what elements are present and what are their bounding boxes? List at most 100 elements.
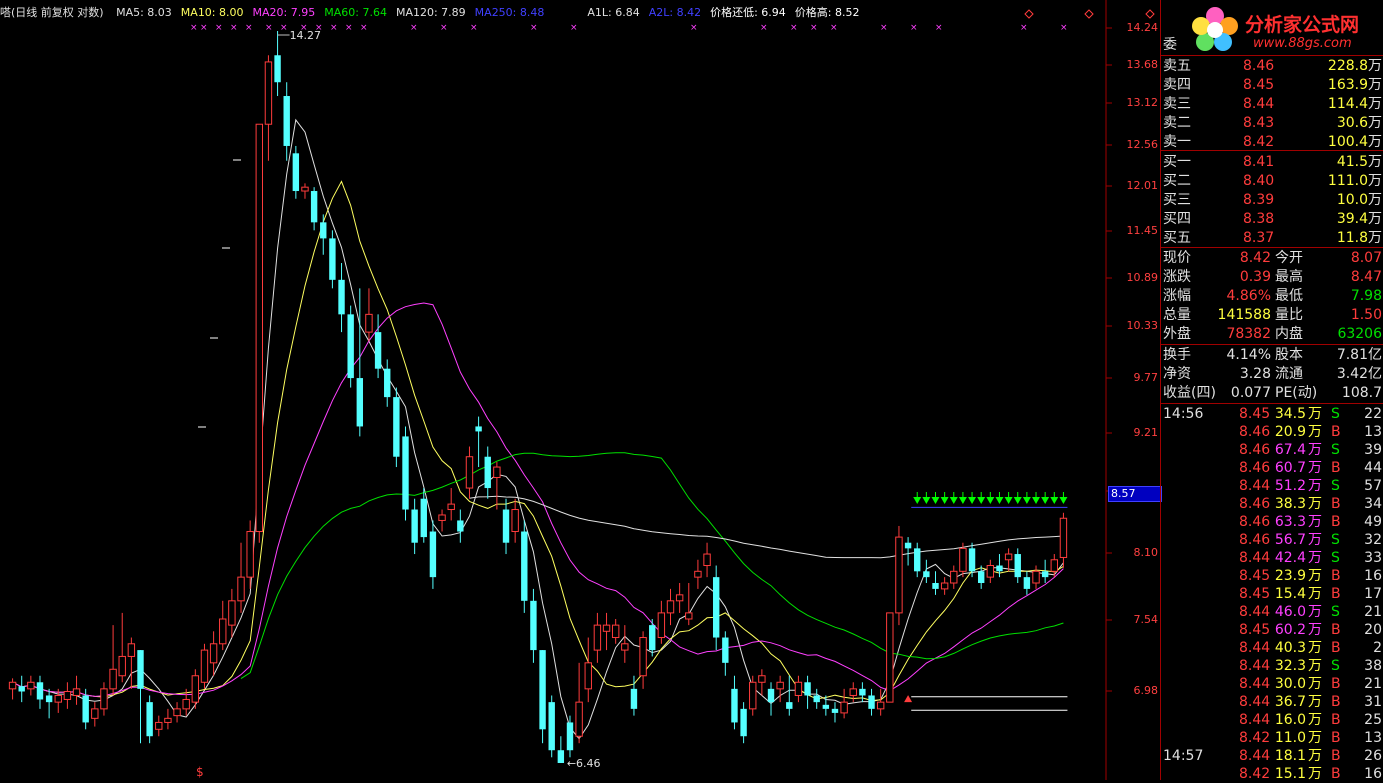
weibi-label: 委 (1163, 37, 1177, 53)
fundamental-value: 3.28 (1239, 366, 1271, 382)
axis-tick-label: 12.56 (1126, 138, 1159, 151)
signal-down-arrow-icon (958, 497, 967, 504)
tick-side: B (1331, 586, 1341, 602)
tick-count: 57 (1364, 478, 1382, 494)
candle-body (72, 688, 81, 696)
candle-body (191, 675, 200, 703)
bid-row: 买五 8.37 11.8 万 (1161, 229, 1383, 247)
tick-volume: 16.0 (1274, 712, 1306, 728)
tick-row: 8.45 34.5 万 S 22 (1161, 405, 1383, 423)
tick-side: B (1331, 568, 1341, 584)
candle-body (813, 695, 820, 703)
quote-value: 78382 (1226, 326, 1271, 342)
top-marker: × (330, 23, 338, 33)
tick-row: 8.44 16.0 万 B 25 (1161, 711, 1383, 729)
candle-body (895, 536, 903, 614)
tick-side: B (1331, 766, 1341, 782)
signal-down-arrow-icon (931, 497, 940, 504)
candle-body (886, 612, 894, 703)
tick-volume: 42.4 (1274, 550, 1306, 566)
kline-chart[interactable]: × × × × × × × × × × × × × × × × × × × × × × × × × × ×14.27←6.46$ (0, 0, 1160, 780)
weibi-row: 委 (1161, 36, 1383, 54)
top-marker: × (265, 23, 273, 33)
tick-volume: 32.3 (1274, 658, 1306, 674)
ask-unit: 万 (1368, 58, 1382, 74)
legend-item: MA120: 7.89 (395, 6, 466, 19)
tick-side: B (1331, 676, 1341, 692)
candle-body (749, 681, 757, 710)
signal-down-arrow-icon (995, 497, 1004, 504)
tick-side: S (1331, 442, 1340, 458)
candle-body (118, 655, 126, 677)
candle-body (301, 186, 309, 192)
quote-panel: 分析家公式网 www.88gs.com 委卖五 8.46 228.8 万卖四 8.45 1… (1160, 0, 1383, 783)
axis-tick-label: 9.21 (1133, 426, 1159, 439)
tick-price: 8.46 (1239, 532, 1271, 548)
candle-body (384, 368, 391, 398)
legend-item: MA20: 7.95 (252, 6, 316, 19)
signal-down-arrow-icon (968, 497, 977, 504)
ask-price: 8.43 (1243, 115, 1275, 131)
candle-body (310, 191, 318, 223)
bid-volume: 10.0 (1336, 192, 1368, 208)
candle-body (292, 153, 300, 192)
candle-body (100, 688, 108, 710)
ask-price: 8.46 (1243, 58, 1275, 74)
quote-label: 现价 (1163, 250, 1191, 266)
candle-body (365, 313, 373, 333)
candle-body (320, 222, 327, 239)
axis-tick-label: 11.45 (1126, 224, 1159, 237)
tick-side: B (1331, 514, 1341, 530)
tick-count: 2 (1373, 640, 1382, 656)
tick-side: B (1331, 622, 1341, 638)
tick-volume: 60.2 (1274, 622, 1306, 638)
tick-price: 8.44 (1239, 658, 1271, 674)
candle-body (137, 650, 144, 689)
tick-side: B (1331, 730, 1341, 746)
candle-body (804, 682, 811, 696)
bid-volume: 39.4 (1336, 211, 1368, 227)
tick-price: 8.42 (1239, 730, 1271, 746)
bid-unit: 万 (1368, 154, 1382, 170)
candle-body (822, 704, 830, 709)
bid-unit: 万 (1368, 192, 1382, 208)
candle-body (209, 643, 218, 664)
legend-item: 价格还低: 6.94 (710, 6, 786, 19)
axis-tick-label: 13.68 (1126, 58, 1159, 71)
candle-body (347, 314, 354, 379)
quote-label: 涨跌 (1163, 269, 1191, 285)
tick-side: B (1331, 640, 1341, 656)
candle-body (402, 436, 409, 510)
tick-price: 8.44 (1239, 676, 1271, 692)
top-marker: × (760, 23, 768, 33)
tick-unit: 万 (1308, 640, 1322, 656)
quote-label: 最高 (1275, 269, 1303, 285)
tick-price: 8.44 (1239, 748, 1271, 764)
candle-body (502, 509, 510, 543)
tick-count: 21 (1364, 604, 1382, 620)
candle-body (1050, 559, 1058, 572)
candle-body (1032, 570, 1040, 584)
bid-volume: 111.0 (1327, 173, 1368, 189)
legend-title: 嗒(日线 前复权 对数) (0, 6, 104, 19)
tick-price: 8.44 (1239, 694, 1271, 710)
tick-row: 8.44 32.3 万 S 38 (1161, 657, 1383, 675)
candle-body (712, 577, 720, 638)
tick-count: 44 (1364, 460, 1382, 476)
top-marker: × (215, 23, 223, 33)
tick-row: 8.42 15.1 万 B 16 (1161, 765, 1383, 783)
tick-price: 8.44 (1239, 640, 1271, 656)
tick-row: 8.46 38.3 万 B 34 (1161, 495, 1383, 513)
axis-tick-label: 10.89 (1126, 271, 1159, 284)
high-annotation: 14.27 (290, 29, 322, 42)
candle-body (155, 721, 163, 730)
kline-chart-area[interactable]: × × × × × × × × × × × × × × × × × × × × × × × × × × × 14.27 ←6.46 $ 嗒… (0, 0, 1162, 780)
fundamental-value: 108.7 (1341, 385, 1382, 401)
axis-tick-label: 13.12 (1126, 96, 1159, 109)
bid-row: 买三 8.39 10.0 万 (1161, 191, 1383, 209)
bid-price: 8.38 (1243, 211, 1275, 227)
bid-price: 8.40 (1243, 173, 1275, 189)
bid-label: 买三 (1163, 192, 1191, 208)
top-marker: × (810, 23, 818, 33)
tick-row: 8.45 23.9 万 B 16 (1161, 567, 1383, 585)
